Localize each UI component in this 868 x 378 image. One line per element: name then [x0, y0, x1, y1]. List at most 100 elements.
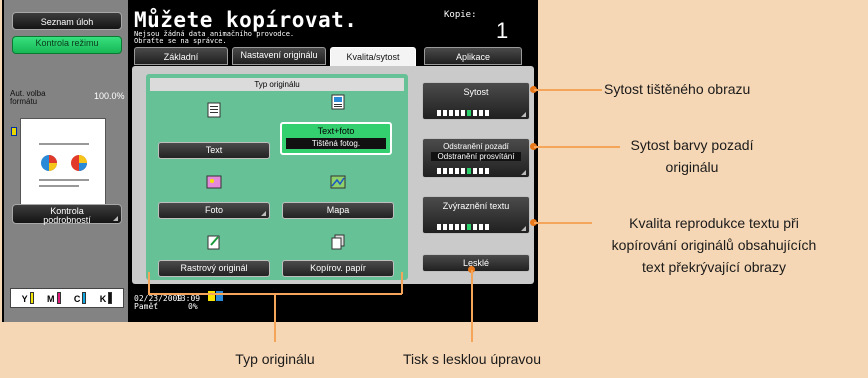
map-button-label: Mapa: [326, 205, 350, 215]
left-sidebar: Seznam úloh Kontrola režimu Aut. volba f…: [4, 0, 128, 322]
copied-paper-button[interactable]: Kopírov. papír: [282, 260, 394, 277]
copies-value: 1: [496, 18, 509, 43]
preview-image: [20, 118, 106, 212]
toner-label: C: [73, 294, 81, 304]
scale-step: [485, 168, 489, 174]
text-document-icon: [207, 102, 221, 118]
toner-label: M: [47, 294, 55, 304]
callout-text-quality-line-2: kopírování originálů obsahujících: [611, 237, 817, 253]
callout-line: [534, 146, 620, 148]
toner-bar: [29, 292, 34, 304]
toner-black: K: [100, 292, 113, 304]
scale-step: [443, 168, 447, 174]
auto-size-value: 100.0%: [94, 91, 125, 101]
halftone-icon: [207, 235, 220, 250]
printed-photo-sublabel: Tištěná fotog.: [286, 138, 386, 149]
scale-step: [461, 168, 465, 174]
map-icon: [330, 175, 346, 189]
auto-size-readout: Aut. volba formátu 100.0%: [10, 90, 126, 106]
scale-step: [467, 224, 471, 230]
scale-step: [449, 168, 453, 174]
control-panel-screen: Seznam úloh Kontrola režimu Aut. volba f…: [2, 0, 538, 322]
tab-quality-density[interactable]: Kvalita/sytost: [330, 47, 416, 67]
toner-bar: [108, 292, 113, 304]
scale-step: [467, 168, 471, 174]
original-type-panel: Typ originálu Text Text+foto Tištěná fot…: [146, 74, 408, 280]
density-label: Sytost: [463, 87, 489, 97]
scale-step: [479, 168, 483, 174]
corner-triangle-icon: [261, 211, 266, 216]
density-button[interactable]: Sytost: [422, 82, 530, 120]
scale-step: [455, 224, 459, 230]
halftone-original-button[interactable]: Rastrový originál: [158, 260, 270, 277]
scale-step: [449, 224, 453, 230]
text-button-label: Text: [205, 145, 223, 155]
scale-step: [449, 110, 453, 116]
text-photo-icon: [331, 94, 345, 110]
halftone-button-label: Rastrový originál: [180, 263, 248, 273]
callout-glossy: Tisk s lesklou úpravou: [403, 351, 541, 367]
status-message-2: Obraťte se na správce.: [134, 37, 227, 45]
tab-applications[interactable]: Aplikace: [424, 47, 522, 65]
glossy-button[interactable]: Lesklé: [422, 254, 530, 272]
tab-basic[interactable]: Základní: [134, 47, 228, 65]
tab-label: Základní: [163, 52, 199, 62]
page-title: Můžete kopírovat.: [134, 8, 358, 32]
toner-yellow: Y: [22, 292, 34, 304]
toner-levels: Y M C K: [10, 288, 124, 308]
scale-step: [437, 168, 441, 174]
glossy-label: Lesklé: [462, 258, 489, 268]
toner-label: Y: [21, 294, 28, 304]
background-removal-button[interactable]: Odstranění pozadí Odstranění prosvítání: [422, 138, 530, 178]
original-type-header: Typ originálu: [150, 78, 404, 91]
callout-text-quality-line-3: text překrývající obrazy: [642, 259, 786, 275]
network-status-icon: [208, 291, 223, 301]
corner-triangle-icon: [113, 216, 118, 221]
scale-step: [437, 224, 441, 230]
scale-step: [479, 110, 483, 116]
photo-button[interactable]: Foto: [158, 202, 270, 219]
text-enhancement-scale: [437, 224, 489, 230]
callout-bg-density-line-2: originálu: [665, 159, 719, 175]
text-photo-button[interactable]: Text+foto Tištěná fotog.: [280, 122, 392, 155]
background-removal-label: Odstranění pozadí: [443, 142, 509, 151]
job-list-button[interactable]: Seznam úloh: [12, 12, 122, 30]
memory-value: 0%: [188, 302, 198, 311]
copies-label: Kopie:: [444, 10, 477, 20]
copied-paper-icon: [331, 234, 345, 250]
scale-step: [461, 110, 465, 116]
text-button[interactable]: Text: [158, 142, 270, 159]
scale-step: [485, 224, 489, 230]
corner-triangle-icon: [521, 226, 526, 231]
scale-step: [461, 224, 465, 230]
scale-step: [437, 110, 441, 116]
scale-step: [443, 224, 447, 230]
scale-step: [485, 110, 489, 116]
scale-step: [455, 168, 459, 174]
check-details-button[interactable]: Kontrola podrobností: [12, 204, 122, 225]
callout-original-type: Typ originálu: [235, 351, 315, 367]
callout-text-quality-line-1: Kvalita reprodukce textu při: [629, 215, 799, 231]
photo-button-label: Foto: [204, 205, 223, 215]
tab-original-settings[interactable]: Nastavení originálu: [232, 47, 326, 65]
text-enhancement-button[interactable]: Zvýraznění textu: [422, 196, 530, 234]
callout-text-quality: Kvalita reprodukce textu při kopírování …: [580, 212, 848, 278]
check-mode-button[interactable]: Kontrola režimu: [12, 36, 122, 54]
check-details-label-2: podrobností: [43, 215, 91, 225]
callout-line: [471, 270, 473, 342]
scale-step: [473, 224, 477, 230]
callout-bg-density-line-1: Sytost barvy pozadí: [630, 137, 754, 153]
text-enhancement-label: Zvýraznění textu: [442, 201, 510, 211]
corner-triangle-icon: [521, 112, 526, 117]
map-button[interactable]: Mapa: [282, 202, 394, 219]
scale-step: [455, 110, 459, 116]
tab-label: Nastavení originálu: [240, 50, 318, 60]
toner-magenta: M: [47, 292, 61, 304]
toner-bar: [82, 292, 87, 304]
callout-line: [274, 294, 276, 342]
main-area: Můžete kopírovat. Nejsou žádná data anim…: [128, 0, 538, 322]
callout-bg-density: Sytost barvy pozadí originálu: [622, 134, 762, 178]
corner-triangle-icon: [521, 170, 526, 175]
scale-step: [473, 168, 477, 174]
toner-bar: [56, 292, 61, 304]
